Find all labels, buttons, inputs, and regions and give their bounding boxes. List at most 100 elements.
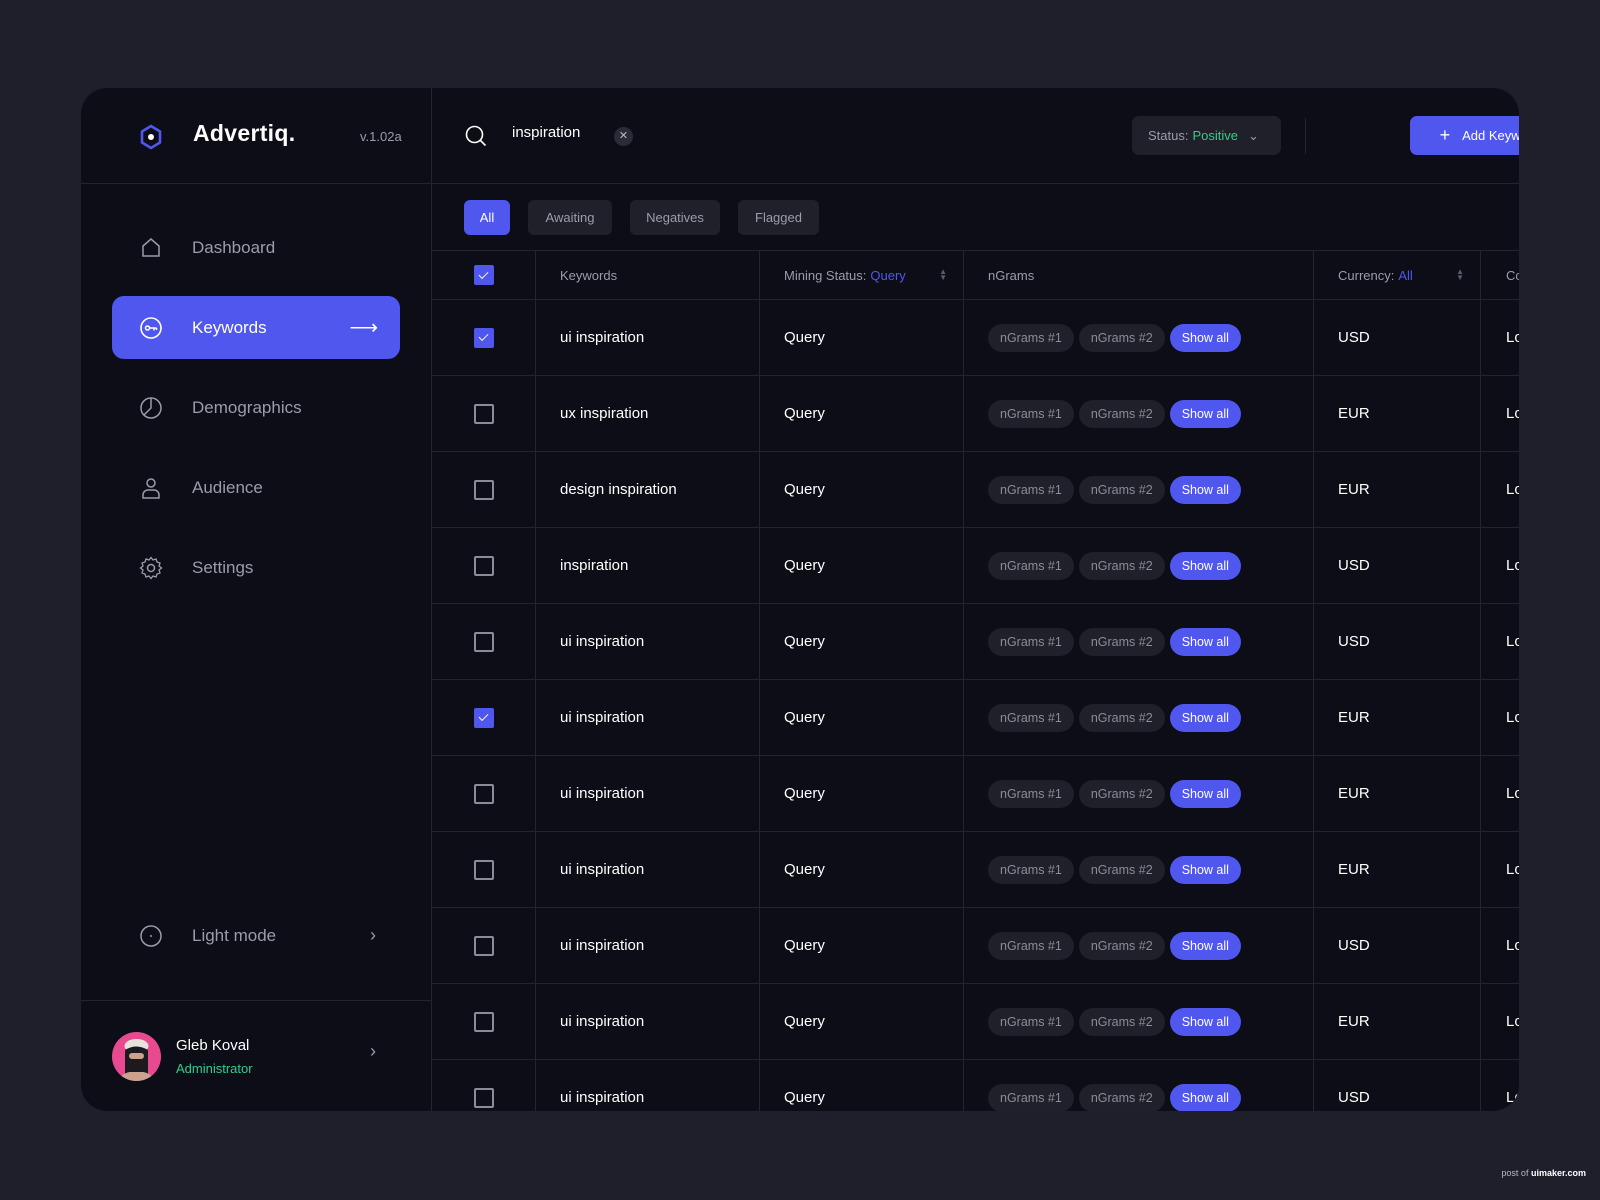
checkbox-cell [432, 680, 536, 755]
keyword-cell: ui inspiration [536, 756, 760, 831]
table-row[interactable]: ui inspiration Query nGrams #1 nGrams #2 Sho… [432, 908, 1519, 984]
show-all-button[interactable]: Show all [1169, 475, 1241, 504]
add-keyword-button[interactable]: + Add Keyword [1410, 116, 1519, 155]
row-checkbox[interactable] [473, 555, 494, 576]
row-checkbox[interactable] [473, 327, 494, 348]
sidebar-item-dashboard[interactable]: Dashboard [112, 216, 400, 279]
ngram-pill[interactable]: nGrams #1 [988, 323, 1074, 352]
table-row[interactable]: ui inspiration Query nGrams #1 nGrams #2 Sho… [432, 680, 1519, 756]
light-mode-toggle[interactable]: Light mode › [112, 904, 400, 967]
table-row[interactable]: ui inspiration Query nGrams #1 nGrams #2 Sho… [432, 756, 1519, 832]
ngram-pill[interactable]: nGrams #2 [1078, 475, 1165, 504]
key-icon [140, 317, 162, 339]
table-row[interactable]: inspiration Query nGrams #1 nGrams #2 Show a… [432, 528, 1519, 604]
ngrams-cell: nGrams #1 nGrams #2 Show all [964, 680, 1314, 755]
user-profile[interactable]: Gleb Koval Administrator › [81, 1000, 432, 1111]
ngram-pill[interactable]: nGrams #1 [988, 1007, 1074, 1036]
row-checkbox[interactable] [473, 707, 494, 728]
mining-status-cell: Query [760, 908, 964, 983]
status-filter-dropdown[interactable]: Status: Positive ⌄ [1132, 116, 1281, 155]
ngram-pill[interactable]: nGrams #1 [988, 475, 1074, 504]
sort-icon[interactable]: ▲ ▼ [939, 268, 947, 282]
ngram-pill[interactable]: nGrams #2 [1078, 855, 1165, 884]
sidebar-item-keywords[interactable]: Keywords ⟶ [112, 296, 400, 359]
show-all-button[interactable]: Show all [1169, 551, 1241, 580]
user-icon [142, 478, 160, 499]
row-checkbox[interactable] [473, 403, 494, 424]
row-checkbox[interactable] [473, 631, 494, 652]
ngram-pill[interactable]: nGrams #2 [1078, 399, 1165, 428]
select-all-checkbox[interactable] [473, 265, 494, 285]
mining-status-cell: Query [760, 528, 964, 603]
row-checkbox[interactable] [473, 479, 494, 500]
row-checkbox[interactable] [473, 783, 494, 804]
ngram-pill[interactable]: nGrams #1 [988, 1083, 1074, 1111]
table-row[interactable]: ui inspiration Query nGrams #1 nGrams #2 Sho… [432, 832, 1519, 908]
competition-cell: Low [1506, 557, 1519, 574]
ngrams-cell: nGrams #1 nGrams #2 Show all [964, 756, 1314, 831]
show-all-button[interactable]: Show all [1169, 703, 1241, 732]
ngram-pill[interactable]: nGrams #1 [988, 627, 1074, 656]
ngram-pill[interactable]: nGrams #1 [988, 551, 1074, 580]
clear-search-icon[interactable]: ✕ [614, 127, 633, 146]
mining-status-cell: Query [760, 756, 964, 831]
tab-flagged[interactable]: Flagged [738, 200, 819, 235]
competition-cell: Low [1506, 329, 1519, 346]
ngram-pill[interactable]: nGrams #1 [988, 855, 1074, 884]
checkbox-cell [432, 832, 536, 907]
sidebar-item-label: Demographics [192, 397, 302, 417]
row-checkbox[interactable] [473, 859, 494, 880]
keyword-cell: ui inspiration [536, 908, 760, 983]
ngram-pill[interactable]: nGrams #2 [1078, 779, 1165, 808]
mining-status-cell: Query [760, 376, 964, 451]
show-all-button[interactable]: Show all [1169, 323, 1241, 352]
ngram-pill[interactable]: nGrams #2 [1078, 1007, 1165, 1036]
show-all-button[interactable]: Show all [1169, 931, 1241, 960]
sidebar-item-audience[interactable]: Audience [112, 456, 400, 519]
ngram-pill[interactable]: nGrams #2 [1078, 323, 1165, 352]
pie-chart-icon [140, 397, 162, 419]
currency-cell: USD [1314, 528, 1481, 603]
show-all-button[interactable]: Show all [1169, 627, 1241, 656]
show-all-button[interactable]: Show all [1169, 779, 1241, 808]
show-all-button[interactable]: Show all [1169, 1083, 1241, 1111]
ngram-pill[interactable]: nGrams #2 [1078, 703, 1165, 732]
tab-negatives[interactable]: Negatives [630, 200, 720, 235]
header-mining-status[interactable]: Mining Status: Query ▲ ▼ [760, 251, 964, 299]
currency-cell: EUR [1314, 376, 1481, 451]
ngram-pill[interactable]: nGrams #1 [988, 931, 1074, 960]
mining-status-cell: Query [760, 984, 964, 1059]
table-row[interactable]: ui inspiration Query nGrams #1 nGrams #2 Sho… [432, 300, 1519, 376]
table-row[interactable]: ui inspiration Query nGrams #1 nGrams #2 Sho… [432, 1060, 1519, 1111]
search-input[interactable] [512, 124, 622, 141]
sort-icon[interactable]: ▲ ▼ [1456, 268, 1464, 282]
ngram-pill[interactable]: nGrams #2 [1078, 931, 1165, 960]
watermark-site: uimaker.com [1530, 1168, 1586, 1178]
table-row[interactable]: ux inspiration Query nGrams #1 nGrams #2 Sho… [432, 376, 1519, 452]
ngram-pill[interactable]: nGrams #2 [1078, 551, 1165, 580]
table-row[interactable]: ui inspiration Query nGrams #1 nGrams #2 Sho… [432, 604, 1519, 680]
table-row[interactable]: design inspiration Query nGrams #1 nGrams #… [432, 452, 1519, 528]
ngram-pill[interactable]: nGrams #2 [1078, 627, 1165, 656]
add-keyword-label: Add Keyword [1462, 128, 1519, 143]
tab-all[interactable]: All [464, 200, 510, 235]
table-row[interactable]: ui inspiration Query nGrams #1 nGrams #2 Sho… [432, 984, 1519, 1060]
row-checkbox[interactable] [473, 1011, 494, 1032]
row-checkbox[interactable] [473, 935, 494, 956]
keyword-cell: ui inspiration [536, 300, 760, 375]
ngram-pill[interactable]: nGrams #1 [988, 779, 1074, 808]
sidebar-item-settings[interactable]: Settings [112, 536, 400, 599]
header-currency[interactable]: Currency: All ▲ ▼ [1314, 251, 1481, 299]
watermark: post of uimaker.com [1501, 1168, 1586, 1178]
sidebar-item-demographics[interactable]: Demographics [112, 376, 400, 439]
tab-awaiting[interactable]: Awaiting [528, 200, 612, 235]
show-all-button[interactable]: Show all [1169, 399, 1241, 428]
ngram-pill[interactable]: nGrams #2 [1078, 1083, 1165, 1111]
ngram-pill[interactable]: nGrams #1 [988, 399, 1074, 428]
show-all-button[interactable]: Show all [1169, 855, 1241, 884]
ngram-pill[interactable]: nGrams #1 [988, 703, 1074, 732]
show-all-button[interactable]: Show all [1169, 1007, 1241, 1036]
keyword-cell: ui inspiration [536, 680, 760, 755]
row-checkbox[interactable] [473, 1087, 494, 1108]
ngrams-cell: nGrams #1 nGrams #2 Show all [964, 1060, 1314, 1111]
